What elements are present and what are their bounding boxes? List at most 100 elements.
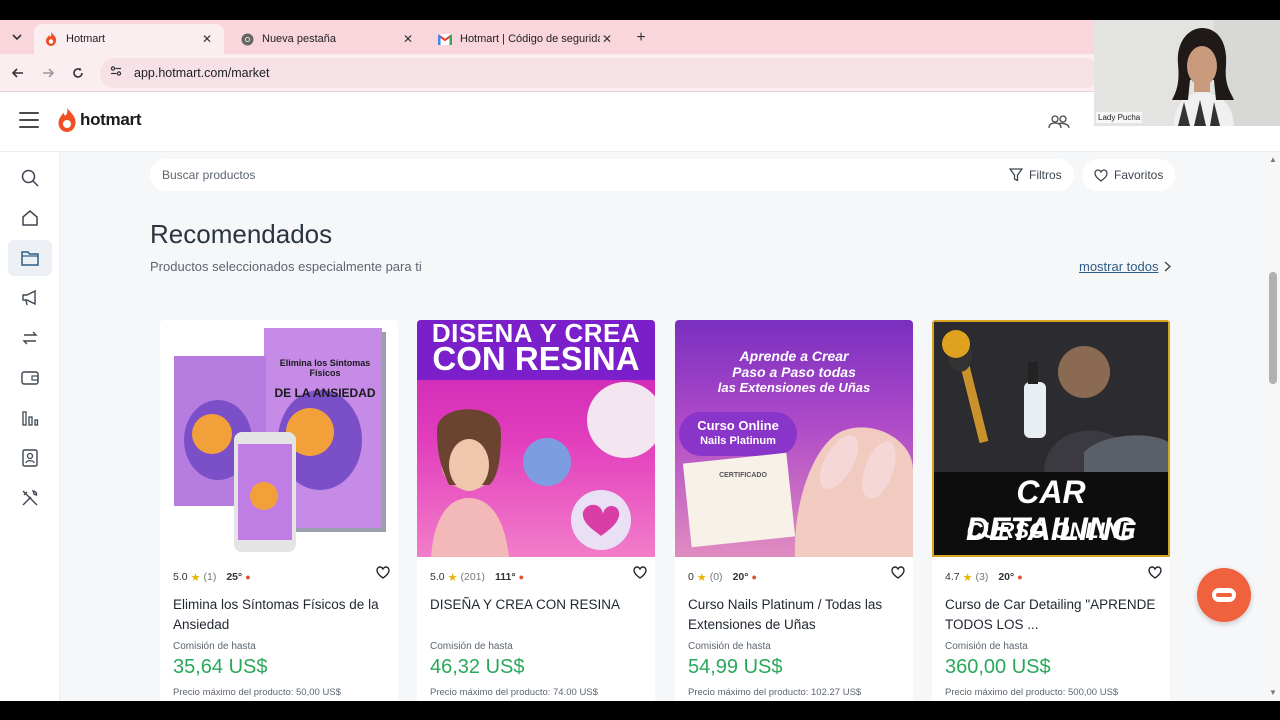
tab-title: Hotmart | Código de seguridad — [460, 33, 600, 45]
heart-icon — [633, 565, 647, 579]
hotmart-logo[interactable]: hotmart — [57, 108, 141, 132]
hotmart-flame-icon — [44, 32, 58, 46]
favorite-toggle[interactable] — [374, 563, 392, 581]
chat-icon — [1212, 588, 1236, 602]
menu-icon[interactable] — [19, 112, 39, 128]
commission-value: 54,99 US$ — [688, 656, 783, 678]
product-image[interactable]: Elimina los Síntomas Físicos DE LA ANSIE… — [160, 320, 398, 557]
favorites-button[interactable]: Favoritos — [1082, 159, 1176, 191]
product-stats: 4.7 ★ (3) 20° ● — [945, 569, 1157, 585]
wallet-icon — [21, 371, 39, 385]
back-button[interactable] — [8, 63, 28, 83]
id-card-icon — [22, 449, 38, 467]
favorite-toggle[interactable] — [631, 563, 649, 581]
browser-toolbar: app.hotmart.com/market — [0, 54, 1280, 92]
flame-icon: ● — [1017, 572, 1023, 582]
star-icon: ★ — [962, 571, 973, 584]
filter-icon — [1009, 168, 1023, 182]
tab-hotmart[interactable]: Hotmart ✕ — [34, 24, 224, 54]
scroll-up-icon[interactable]: ▲ — [1269, 156, 1277, 164]
tab-new[interactable]: Nueva pestaña ✕ — [230, 24, 425, 54]
site-info-icon[interactable] — [110, 64, 122, 82]
reload-button[interactable] — [68, 63, 88, 83]
max-price: Precio máximo del producto: 50,00 US$ — [173, 687, 341, 698]
browser-window: Hotmart ✕ Nueva pestaña ✕ Hotmart | Códi… — [0, 20, 1280, 701]
tab-title: Nueva pestaña — [262, 33, 336, 45]
sidebar-item-products[interactable] — [8, 240, 52, 276]
heart-icon — [891, 565, 905, 579]
tab-search-dropdown[interactable] — [6, 26, 28, 48]
product-card[interactable]: CAR DETAILING CURSO ONLINE 4.7 ★ (3) 20°… — [932, 320, 1170, 701]
product-card[interactable]: DISENA Y CREA CON RESINA 5.0 ★ (201) 111… — [417, 320, 655, 701]
product-stats: 5.0 ★ (201) 111° ● — [430, 569, 642, 585]
chat-button[interactable] — [1197, 568, 1251, 622]
search-bar[interactable] — [150, 159, 1040, 191]
image-title-line2: CURSO ONLINE — [966, 518, 1136, 543]
commission-value: 360,00 US$ — [945, 656, 1051, 678]
page-scrollbar[interactable]: ▲ ▼ — [1266, 152, 1280, 701]
commission-label: Comisión de hasta — [688, 641, 771, 652]
chevron-right-icon — [1165, 261, 1172, 272]
new-tab-button[interactable]: + — [631, 28, 651, 48]
product-title[interactable]: Curso de Car Detailing "APRENDE TODOS LO… — [945, 595, 1157, 635]
product-title[interactable]: Curso Nails Platinum / Todas las Extensi… — [688, 595, 900, 635]
url-text: app.hotmart.com/market — [134, 66, 270, 80]
section-subtitle: Productos seleccionados especialmente pa… — [150, 259, 422, 274]
product-title[interactable]: Elimina los Síntomas Físicos de la Ansie… — [173, 595, 385, 635]
scroll-down-icon[interactable]: ▼ — [1269, 689, 1277, 697]
flame-icon: ● — [245, 572, 251, 582]
rating-value: 5.0 — [173, 571, 188, 583]
arrow-left-icon — [12, 68, 23, 78]
users-icon[interactable] — [1048, 112, 1070, 132]
star-icon: ★ — [190, 571, 201, 584]
review-count: (201) — [460, 571, 485, 583]
temperature-value: 20° — [732, 571, 749, 583]
bar-chart-icon — [22, 411, 39, 426]
app-header: hotmart — [0, 92, 1280, 152]
product-card[interactable]: Aprende a Crear Paso a Paso todas las Ex… — [675, 320, 913, 701]
sidebar-item-wallet[interactable] — [8, 360, 52, 396]
address-bar[interactable]: app.hotmart.com/market — [100, 58, 1100, 88]
hotmart-flame-icon — [58, 108, 76, 132]
sidebar-item-marketing[interactable] — [8, 280, 52, 316]
sidebar-item-transactions[interactable] — [8, 320, 52, 356]
product-image[interactable]: DISENA Y CREA CON RESINA — [417, 320, 655, 557]
sidebar-item-tools[interactable] — [8, 480, 52, 516]
star-icon: ★ — [447, 571, 458, 584]
star-icon: ★ — [696, 571, 707, 584]
webcam-name-label: Lady Pucha — [1096, 112, 1143, 123]
product-image[interactable]: CAR DETAILING CURSO ONLINE — [932, 320, 1170, 557]
show-all-label: mostrar todos — [1079, 259, 1159, 274]
heart-icon — [1094, 168, 1108, 182]
arrow-right-icon — [43, 68, 54, 78]
commission-value: 46,32 US$ — [430, 656, 525, 678]
sidebar — [0, 152, 60, 701]
forward-button[interactable] — [38, 63, 58, 83]
megaphone-icon — [22, 290, 36, 306]
filters-button[interactable]: Filtros — [997, 159, 1074, 191]
close-icon[interactable]: ✕ — [600, 32, 614, 46]
sidebar-item-analytics[interactable] — [8, 400, 52, 436]
webcam-overlay: Lady Pucha — [1094, 20, 1280, 126]
search-input[interactable] — [162, 168, 1014, 182]
main-content: Filtros Favoritos Recomendados Productos… — [60, 152, 1266, 701]
presenter-video — [1094, 20, 1280, 126]
reload-icon — [73, 67, 83, 78]
sidebar-item-search[interactable] — [8, 160, 52, 196]
sidebar-item-home[interactable] — [8, 200, 52, 236]
image-title-top: Elimina los Síntomas Físicos — [279, 358, 371, 378]
sidebar-item-profile[interactable] — [8, 440, 52, 476]
product-card[interactable]: Elimina los Síntomas Físicos DE LA ANSIE… — [160, 320, 398, 701]
tab-gmail[interactable]: Hotmart | Código de seguridad ✕ — [428, 24, 624, 54]
favorite-toggle[interactable] — [889, 563, 907, 581]
product-image[interactable]: Aprende a Crear Paso a Paso todas las Ex… — [675, 320, 913, 557]
image-badge-line2: Nails Platinum — [700, 435, 776, 447]
product-title[interactable]: DISEÑA Y CREA CON RESINA — [430, 595, 642, 635]
commission-label: Comisión de hasta — [945, 641, 1028, 652]
scrollbar-thumb[interactable] — [1269, 272, 1277, 384]
favorite-toggle[interactable] — [1146, 563, 1164, 581]
close-icon[interactable]: ✕ — [401, 32, 415, 46]
close-icon[interactable]: ✕ — [200, 32, 214, 46]
image-certificate-label: CERTIFICADO — [719, 472, 767, 479]
show-all-link[interactable]: mostrar todos — [1079, 259, 1172, 274]
